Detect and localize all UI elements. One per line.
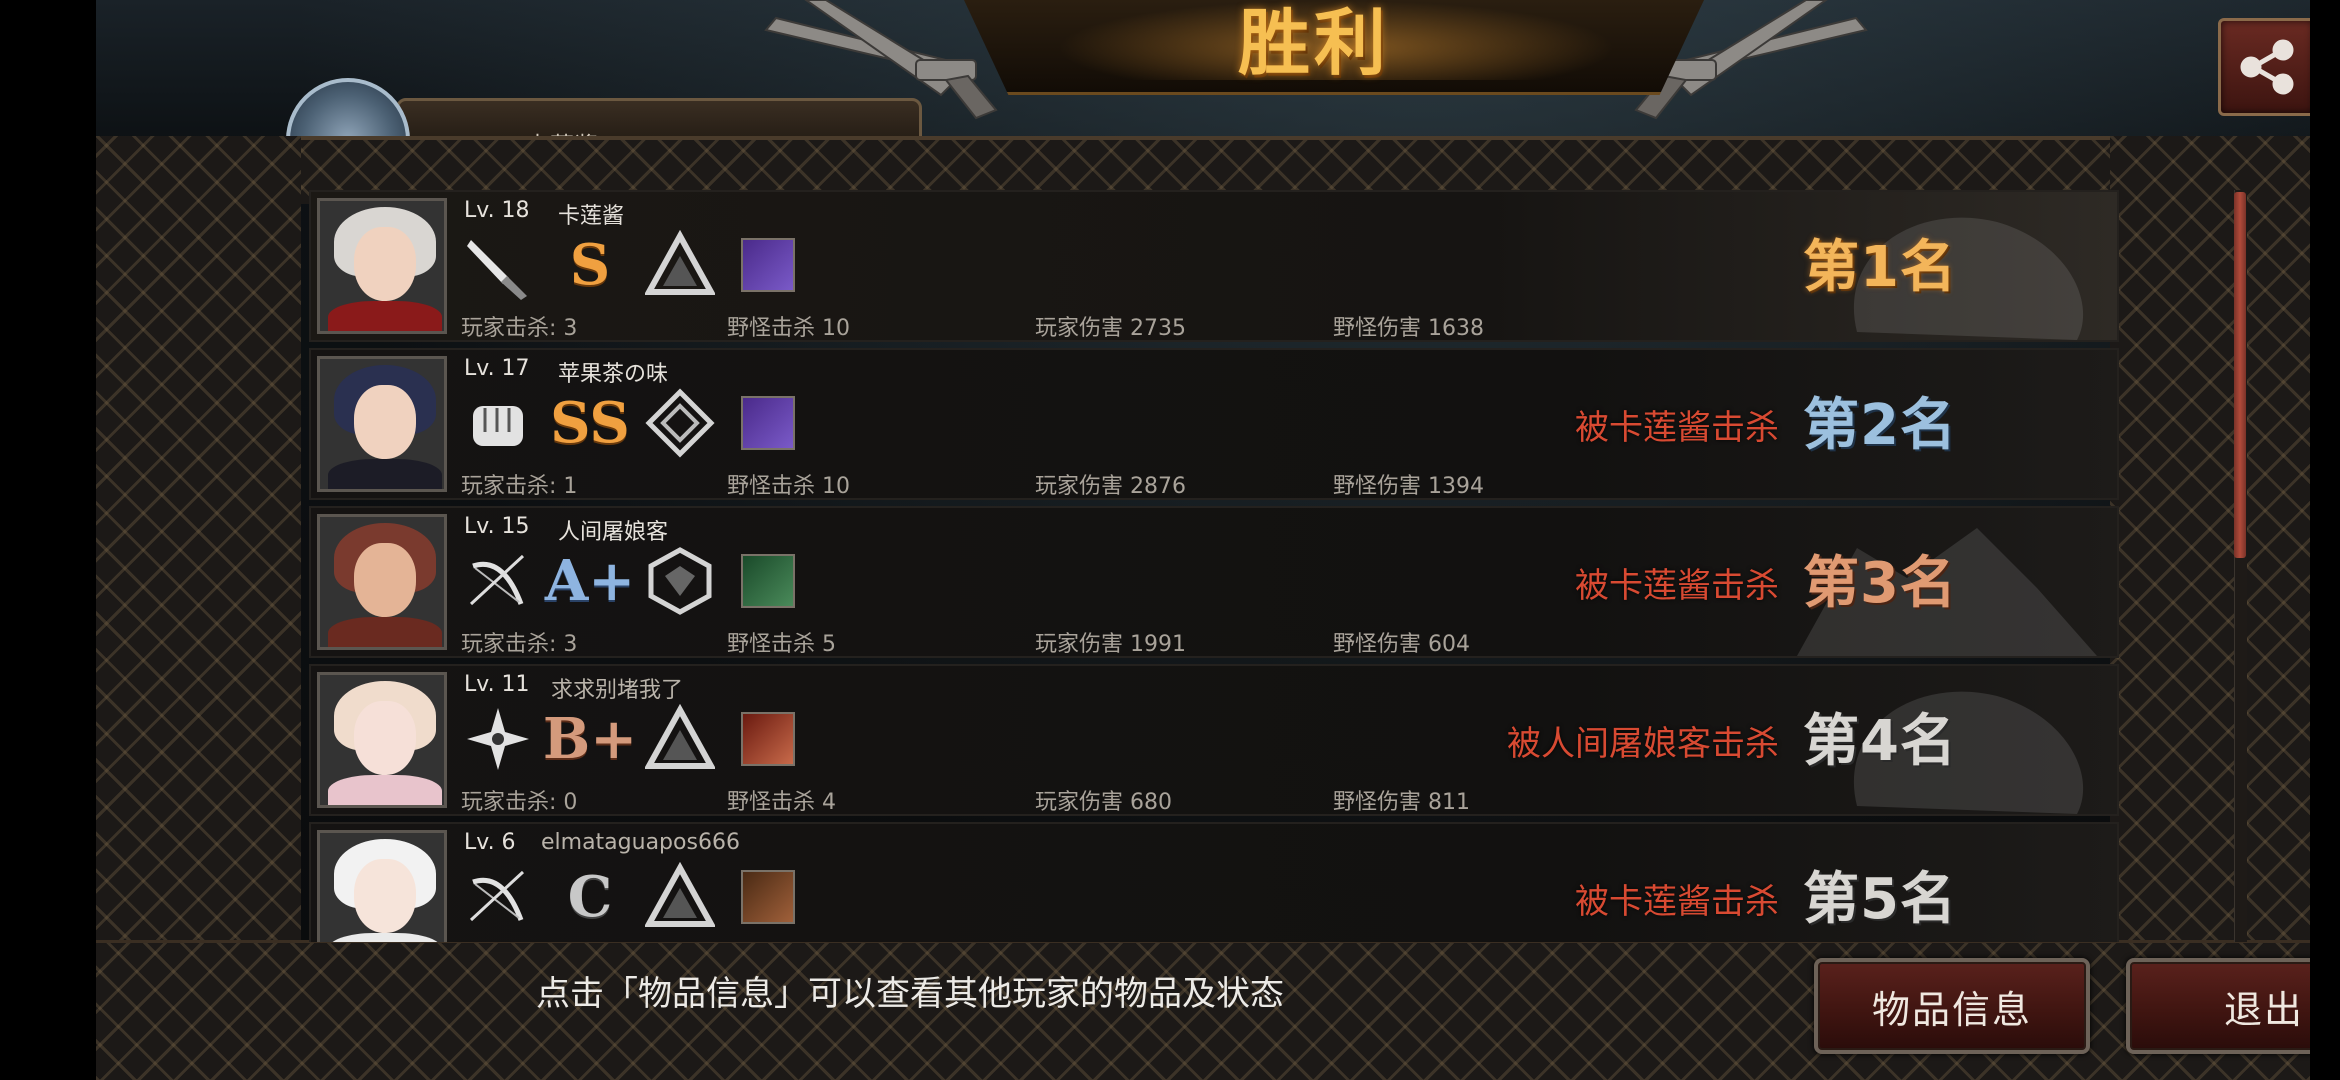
avatar[interactable] xyxy=(317,672,447,808)
bow-icon xyxy=(461,860,535,934)
kill-info: 被卡莲酱击杀 xyxy=(1575,882,1779,922)
rank-label: 第2名 xyxy=(1803,393,1957,458)
player-row-1[interactable]: Lv. 18 卡莲酱 S 玩家击杀: 3 野怪击杀 10 玩家伤害 2735 野… xyxy=(309,190,2119,342)
rank-label: 第3名 xyxy=(1803,551,1957,616)
item-info-button[interactable]: 物品信息 xyxy=(1814,958,2090,1054)
triangle-rank-icon xyxy=(643,228,717,302)
player-level: Lv. 18 xyxy=(464,198,530,223)
item-icon xyxy=(731,702,805,776)
player-damage: 玩家伤害 1991 xyxy=(1035,632,1186,657)
result-screen: 胜利 卡莲酱 Lv. 18 卡莲酱 xyxy=(96,0,2310,1080)
monster-damage: 野怪伤害 1394 xyxy=(1333,474,1484,499)
diamond-rank-icon xyxy=(643,386,717,460)
player-name: 求求别堵我了 xyxy=(551,678,684,703)
grade-badge: B+ xyxy=(542,706,638,772)
player-level: Lv. 11 xyxy=(464,672,530,697)
fist-icon xyxy=(461,386,535,460)
player-row-5[interactable]: Lv. 6 elmataguapos666 C 被卡莲酱击杀 第5名 xyxy=(309,822,2119,942)
player-kills: 玩家击杀: 3 xyxy=(461,632,578,657)
player-level: Lv. 6 xyxy=(464,830,516,855)
bow-icon xyxy=(461,544,535,618)
hint-text: 点击「物品信息」可以查看其他玩家的物品及状态 xyxy=(536,974,1284,1014)
item-icon xyxy=(731,544,805,618)
player-damage: 玩家伤害 680 xyxy=(1035,790,1172,815)
avatar[interactable] xyxy=(317,830,447,942)
player-kills: 玩家击杀: 1 xyxy=(461,474,578,499)
player-name: 苹果茶の味 xyxy=(558,362,669,387)
grade-badge: A+ xyxy=(544,548,636,614)
victory-title: 胜利 xyxy=(1237,1,1390,85)
hexagon-rank-icon xyxy=(643,544,717,618)
player-kills: 玩家击杀: 0 xyxy=(461,790,578,815)
item-icon xyxy=(731,386,805,460)
kill-info: 被人间屠娘客击杀 xyxy=(1507,724,1779,764)
monster-damage: 野怪伤害 811 xyxy=(1333,790,1470,815)
share-button[interactable] xyxy=(2218,18,2310,116)
grade-badge: S xyxy=(569,232,611,298)
player-level: Lv. 15 xyxy=(464,514,530,539)
monster-damage: 野怪伤害 1638 xyxy=(1333,316,1484,341)
player-row-4[interactable]: Lv. 11 求求别堵我了 B+ 玩家击杀: 0 野怪击杀 4 玩家伤害 680… xyxy=(309,664,2119,816)
triangle-rank-icon xyxy=(643,860,717,934)
kill-info: 被卡莲酱击杀 xyxy=(1575,408,1779,448)
player-row-2[interactable]: Lv. 17 苹果茶の味 SS 玩家击杀: 1 野怪击杀 10 玩家伤害 287… xyxy=(309,348,2119,500)
rank-label: 第1名 xyxy=(1803,235,1957,300)
monster-kills: 野怪击杀 5 xyxy=(727,632,836,657)
triangle-rank-icon xyxy=(643,702,717,776)
monster-kills: 野怪击杀 4 xyxy=(727,790,836,815)
rank-label: 第5名 xyxy=(1803,867,1957,932)
player-kills: 玩家击杀: 3 xyxy=(461,316,578,341)
ranking-list[interactable]: Lv. 18 卡莲酱 S 玩家击杀: 3 野怪击杀 10 玩家伤害 2735 野… xyxy=(309,190,2119,942)
player-name: elmataguapos666 xyxy=(541,830,740,855)
avatar[interactable] xyxy=(317,198,447,334)
share-icon xyxy=(2240,39,2294,95)
player-damage: 玩家伤害 2876 xyxy=(1035,474,1186,499)
avatar[interactable] xyxy=(317,356,447,492)
shuriken-icon xyxy=(461,702,535,776)
grade-badge: C xyxy=(567,864,613,930)
exit-button[interactable]: 退出 xyxy=(2126,958,2310,1054)
player-row-3[interactable]: Lv. 15 人间屠娘客 A+ 玩家击杀: 3 野怪击杀 5 玩家伤害 1991… xyxy=(309,506,2119,658)
player-name: 人间屠娘客 xyxy=(558,520,669,545)
item-icon xyxy=(731,860,805,934)
item-icon xyxy=(731,228,805,302)
kill-info: 被卡莲酱击杀 xyxy=(1575,566,1779,606)
scrollbar-thumb[interactable] xyxy=(2234,192,2246,558)
knife-icon xyxy=(461,228,535,302)
player-damage: 玩家伤害 2735 xyxy=(1035,316,1186,341)
monster-kills: 野怪击杀 10 xyxy=(727,474,850,499)
grade-badge: SS xyxy=(550,390,630,456)
monster-damage: 野怪伤害 604 xyxy=(1333,632,1470,657)
player-level: Lv. 17 xyxy=(464,356,530,381)
rank-label: 第4名 xyxy=(1803,709,1957,774)
player-name: 卡莲酱 xyxy=(558,204,625,229)
monster-kills: 野怪击杀 10 xyxy=(727,316,850,341)
avatar[interactable] xyxy=(317,514,447,650)
